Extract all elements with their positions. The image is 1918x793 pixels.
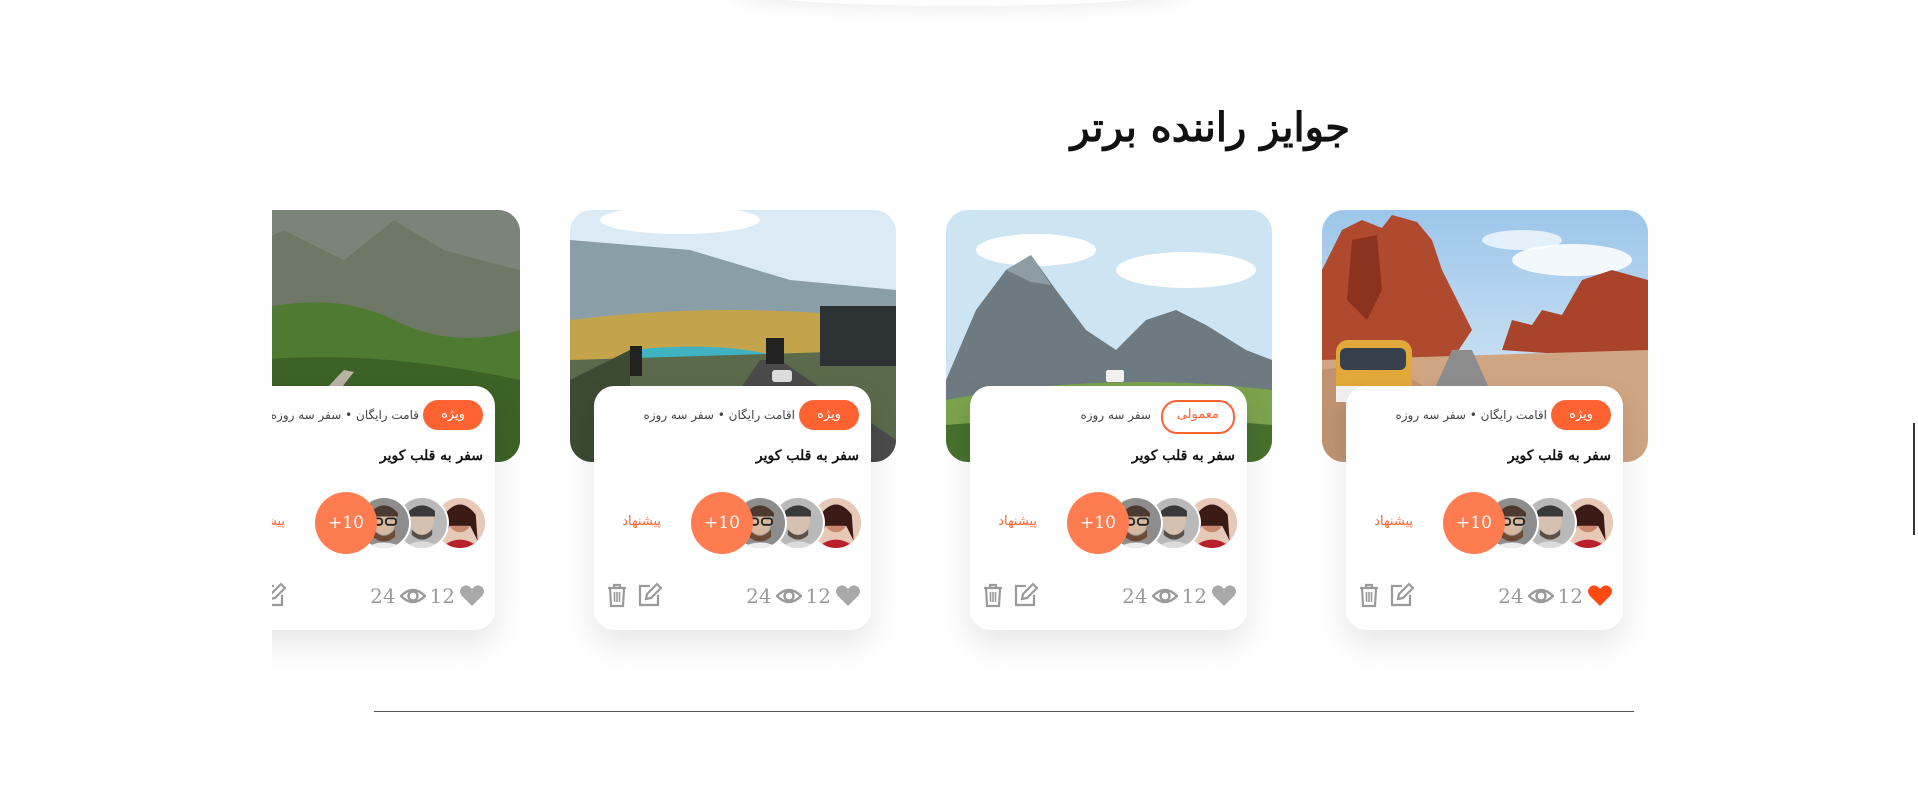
card-actions: [1356, 582, 1414, 610]
eye-icon: [775, 584, 802, 608]
card-details: معمولی سفر سه روزه سفر به قلب کویر +10 پ…: [970, 386, 1247, 630]
views-count: 24: [746, 584, 772, 608]
card-tag[interactable]: معمولی: [1160, 400, 1235, 434]
card-meta: سفر سه روزه: [1080, 408, 1151, 422]
likes-count: 12: [1181, 584, 1207, 608]
trash-icon[interactable]: [604, 582, 630, 608]
views-count: 24: [1122, 584, 1148, 608]
card-title[interactable]: سفر به قلب کویر: [1508, 448, 1611, 464]
card-meta: قامت رایگان • سفر سه روزه: [272, 408, 419, 422]
card-meta: اقامت رایگان • سفر سه روزه: [643, 408, 795, 422]
edit-icon[interactable]: [1012, 582, 1038, 608]
card-stats: 24 12: [1122, 582, 1237, 610]
suggest-link[interactable]: پیشنهاد: [1374, 514, 1413, 529]
views-count: 24: [1498, 584, 1524, 608]
card-actions: [604, 582, 662, 610]
scrollbar-thumb[interactable]: [1913, 423, 1915, 535]
suggest-link[interactable]: پیشنهاد: [998, 514, 1037, 529]
trip-card[interactable]: ویژه قامت رایگان • سفر سه روزه سفر به قل…: [272, 210, 520, 660]
card-title[interactable]: سفر به قلب کویر: [756, 448, 859, 464]
card-meta: اقامت رایگان • سفر سه روزه: [1395, 408, 1547, 422]
views-count: 24: [370, 584, 396, 608]
suggest-link[interactable]: پیشنهاد: [272, 514, 285, 529]
section-title: جوایز راننده برتر: [1070, 104, 1350, 151]
card-title[interactable]: سفر به قلب کویر: [1132, 448, 1235, 464]
edit-icon[interactable]: [636, 582, 662, 608]
card-stats: 24 12: [370, 582, 485, 610]
eye-icon: [1151, 584, 1178, 608]
card-title[interactable]: سفر به قلب کویر: [380, 448, 483, 464]
card-actions: [272, 582, 286, 610]
more-participants-button[interactable]: +10: [691, 492, 753, 554]
heart-icon[interactable]: [1587, 584, 1613, 608]
avatar-group[interactable]: +10: [1425, 492, 1615, 554]
card-tag[interactable]: ویژه: [423, 400, 483, 430]
header-shadow: [730, 0, 1190, 6]
heart-icon[interactable]: [1211, 584, 1237, 608]
trip-card[interactable]: معمولی سفر سه روزه سفر به قلب کویر +10 پ…: [946, 210, 1272, 660]
eye-icon: [1527, 584, 1554, 608]
card-stats: 24 12: [1498, 582, 1613, 610]
likes-count: 12: [805, 584, 831, 608]
more-participants-button[interactable]: +10: [1067, 492, 1129, 554]
trip-card[interactable]: ویژه اقامت رایگان • سفر سه روزه سفر به ق…: [570, 210, 896, 660]
avatar-group[interactable]: +10: [673, 492, 863, 554]
card-details: ویژه اقامت رایگان • سفر سه روزه سفر به ق…: [594, 386, 871, 630]
card-actions: [980, 582, 1038, 610]
card-details: ویژه قامت رایگان • سفر سه روزه سفر به قل…: [272, 386, 495, 630]
trash-icon[interactable]: [1356, 582, 1382, 608]
more-participants-button[interactable]: +10: [1443, 492, 1505, 554]
card-stats: 24 12: [746, 582, 861, 610]
cards-carousel[interactable]: ویژه اقامت رایگان • سفر سه روزه سفر به ق…: [272, 180, 1652, 700]
avatar-group[interactable]: +10: [297, 492, 487, 554]
avatar-group[interactable]: +10: [1049, 492, 1239, 554]
trash-icon[interactable]: [980, 582, 1006, 608]
edit-icon[interactable]: [272, 582, 286, 608]
eye-icon: [399, 584, 426, 608]
likes-count: 12: [1557, 584, 1583, 608]
suggest-link[interactable]: پیشنهاد: [622, 514, 661, 529]
card-tag[interactable]: ویژه: [1551, 400, 1611, 430]
trip-card[interactable]: ویژه اقامت رایگان • سفر سه روزه سفر به ق…: [1322, 210, 1648, 660]
heart-icon[interactable]: [835, 584, 861, 608]
likes-count: 12: [429, 584, 455, 608]
heart-icon[interactable]: [459, 584, 485, 608]
section-divider: [374, 711, 1634, 712]
card-details: ویژه اقامت رایگان • سفر سه روزه سفر به ق…: [1346, 386, 1623, 630]
edit-icon[interactable]: [1388, 582, 1414, 608]
more-participants-button[interactable]: +10: [315, 492, 377, 554]
card-tag[interactable]: ویژه: [799, 400, 859, 430]
